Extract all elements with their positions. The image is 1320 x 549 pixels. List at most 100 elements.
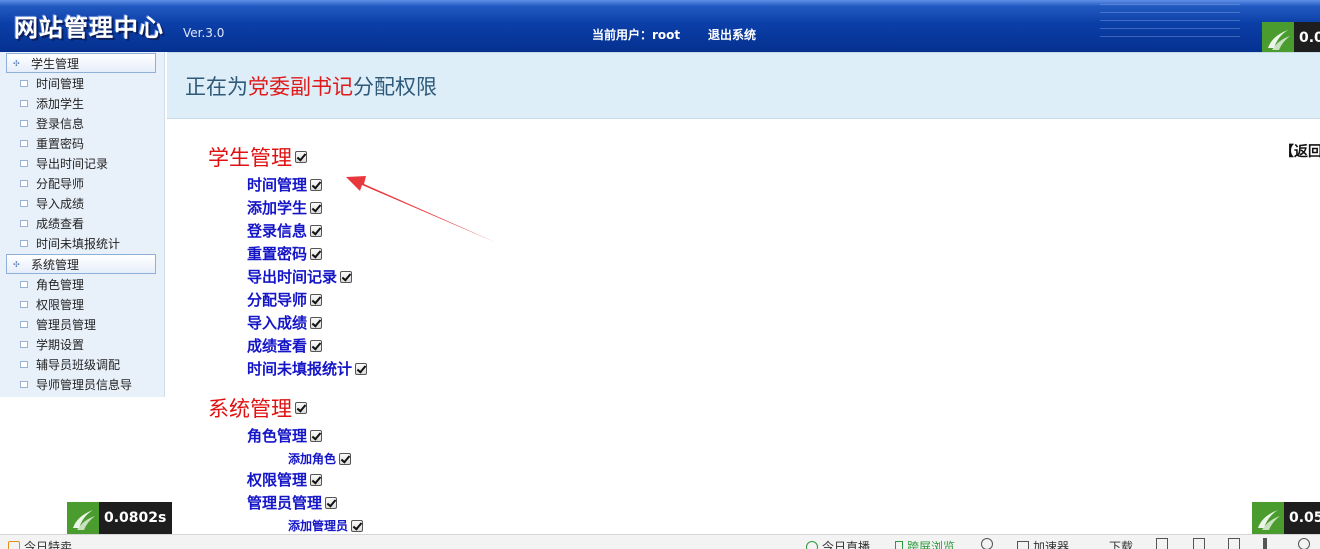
permission-label: 添加角色 [288, 452, 337, 466]
back-link[interactable]: 【返回 [1280, 141, 1320, 161]
sidebar-group-label: 系统管理 [31, 257, 80, 272]
expand-icon: ✣ [13, 58, 20, 68]
permission-login-info: 登录信息 [247, 220, 323, 241]
play-icon [806, 540, 818, 549]
permission-reset-password: 重置密码 [247, 243, 323, 264]
sidebar-group-system[interactable]: ✣ 系统管理 [6, 254, 156, 274]
sidebar-item-counselor-class[interactable]: 辅导员班级调配 [0, 354, 164, 374]
app-title: 网站管理中心 [14, 14, 164, 42]
status-window[interactable] [1228, 538, 1244, 549]
permission-label: 登录信息 [247, 222, 308, 240]
speaker-icon [1263, 538, 1275, 549]
permission-group-label: 系统管理 [208, 397, 292, 421]
rocket-icon [1017, 540, 1029, 549]
current-user-name: root [652, 28, 681, 42]
sidebar-item-login-info[interactable]: 登录信息 [0, 113, 164, 133]
zoom-icon [1298, 538, 1310, 549]
download-icon [1093, 541, 1105, 549]
status-volume[interactable] [1263, 538, 1279, 549]
timer-value: 0.0802s [104, 510, 167, 526]
bullet-icon [20, 219, 28, 227]
sidebar-item-semester-settings[interactable]: 学期设置 [0, 334, 164, 354]
version-label: Ver.3.0 [183, 26, 225, 40]
permission-label: 分配导师 [247, 291, 308, 309]
status-zoom[interactable] [1298, 538, 1314, 549]
status-refresh[interactable] [981, 538, 997, 549]
status-label: 加速器 [1033, 540, 1070, 549]
permission-group-checkbox[interactable] [295, 151, 307, 163]
bullet-icon [20, 179, 28, 187]
sidebar: ✣ 学生管理 时间管理 添加学生 登录信息 重置密码 导出时间记录 分配导师 导… [0, 52, 165, 397]
sidebar-item-time-manage[interactable]: 时间管理 [0, 73, 164, 93]
sidebar-item-admin-manage[interactable]: 管理员管理 [0, 314, 164, 334]
sidebar-item-export-time[interactable]: 导出时间记录 [0, 153, 164, 173]
bullet-icon [20, 159, 28, 167]
permission-assign-tutor: 分配导师 [247, 289, 323, 310]
status-accelerator[interactable]: 加速器 [1017, 538, 1069, 549]
permission-label: 添加管理员 [288, 519, 349, 533]
bullet-icon [20, 239, 28, 247]
permission-role-manage: 角色管理 [247, 425, 323, 446]
permission-add-admin: 添加管理员 [288, 517, 364, 534]
permission-checkbox[interactable] [339, 452, 352, 465]
timer-logo-icon [1262, 22, 1294, 54]
sidebar-item-add-student[interactable]: 添加学生 [0, 93, 164, 113]
permission-checkbox[interactable] [310, 339, 323, 352]
sidebar-item-label: 辅导员班级调配 [36, 357, 121, 372]
sidebar-item-tutor-admin-import[interactable]: 导师管理员信息导 [0, 374, 164, 394]
logout-link[interactable]: 退出系统 [708, 26, 756, 43]
permission-add-role: 添加角色 [288, 450, 352, 467]
permission-label: 权限管理 [247, 471, 308, 489]
permission-checkbox[interactable] [351, 519, 364, 532]
permission-checkbox[interactable] [310, 429, 323, 442]
sidebar-item-assign-tutor[interactable]: 分配导师 [0, 173, 164, 193]
permission-checkbox[interactable] [310, 473, 323, 486]
sidebar-item-label: 权限管理 [36, 297, 85, 312]
sidebar-group-student[interactable]: ✣ 学生管理 [6, 53, 156, 73]
status-today-deals[interactable]: 今日特卖 [8, 538, 72, 549]
status-label: 跨屏浏览 [907, 540, 956, 549]
permission-unfilled-stats: 时间未填报统计 [247, 358, 368, 379]
sidebar-item-reset-password[interactable]: 重置密码 [0, 133, 164, 153]
status-screenshot[interactable] [1193, 538, 1209, 549]
permission-checkbox[interactable] [310, 224, 323, 237]
status-label: 今日特卖 [24, 540, 73, 549]
browser-status-bar: 今日特卖 今日直播 跨屏浏览 加速器 下载 [0, 534, 1320, 549]
page-title-role: 党委副书记 [248, 74, 353, 99]
permission-checkbox[interactable] [310, 201, 323, 214]
bullet-icon [20, 139, 28, 147]
status-label: 今日直播 [822, 540, 871, 549]
page-title-prefix: 正在为 [185, 74, 248, 99]
current-user-info: 当前用户：root [592, 26, 680, 43]
sidebar-item-import-scores[interactable]: 导入成绩 [0, 193, 164, 213]
permission-checkbox[interactable] [310, 293, 323, 306]
sidebar-item-label: 学期设置 [36, 337, 85, 352]
permission-label: 角色管理 [247, 427, 308, 445]
bullet-icon [20, 79, 28, 87]
sidebar-item-label: 重置密码 [36, 136, 85, 151]
screenshot-icon [1193, 538, 1205, 549]
permission-checkbox[interactable] [310, 247, 323, 260]
sidebar-item-label: 分配导师 [36, 176, 85, 191]
status-download[interactable]: 下载 [1093, 538, 1133, 549]
permission-checkbox[interactable] [325, 496, 338, 509]
sidebar-item-permission-manage[interactable]: 权限管理 [0, 294, 164, 314]
page-title-suffix: 分配权限 [353, 74, 437, 99]
current-user-label: 当前用户： [592, 28, 653, 42]
sidebar-item-label: 登录信息 [36, 116, 85, 131]
permission-label: 管理员管理 [247, 494, 323, 512]
status-cross-screen[interactable]: 跨屏浏览 [895, 538, 955, 549]
sidebar-item-unfilled-stats[interactable]: 时间未填报统计 [0, 233, 164, 253]
permission-export-time: 导出时间记录 [247, 266, 353, 287]
permission-checkbox[interactable] [310, 316, 323, 329]
permission-checkbox[interactable] [340, 270, 353, 283]
permission-checkbox[interactable] [355, 362, 368, 375]
permission-checkbox[interactable] [310, 178, 323, 191]
status-live[interactable]: 今日直播 [806, 538, 870, 549]
sidebar-item-role-manage[interactable]: 角色管理 [0, 274, 164, 294]
bullet-icon [20, 380, 28, 388]
permission-group-checkbox[interactable] [295, 402, 307, 414]
status-cut-icon[interactable] [1156, 538, 1172, 549]
sidebar-item-view-scores[interactable]: 成绩查看 [0, 213, 164, 233]
header-decoration [1100, 4, 1240, 44]
